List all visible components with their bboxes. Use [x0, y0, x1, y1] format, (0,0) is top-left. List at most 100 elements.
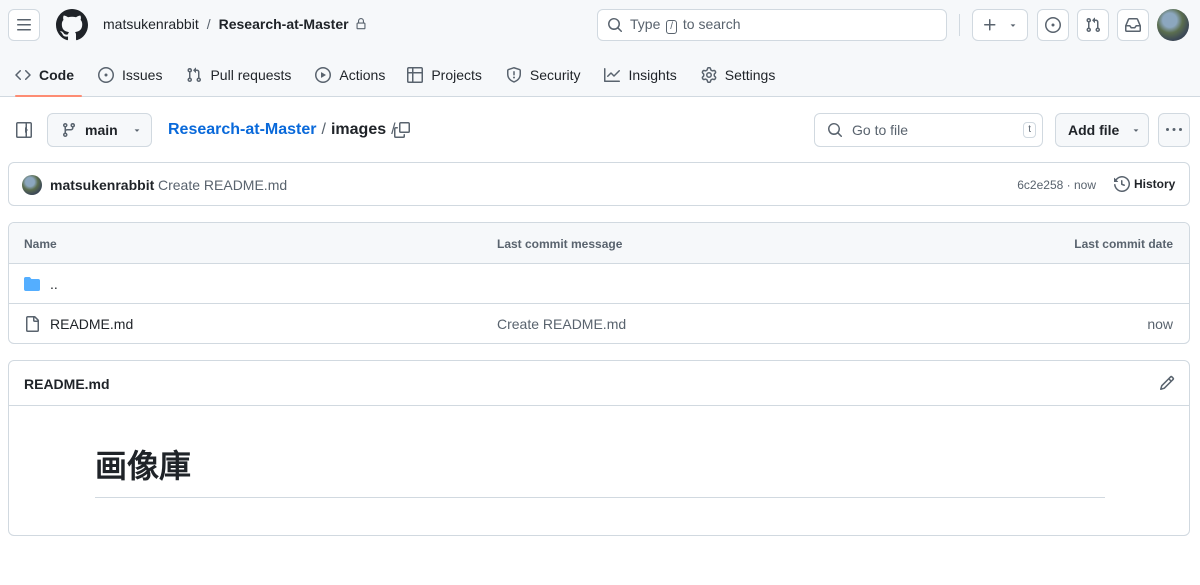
table-row[interactable]: .. — [9, 264, 1189, 304]
pencil-icon[interactable] — [1159, 375, 1175, 391]
app-header: matsukenrabbit / Research-at-Master Type… — [0, 0, 1200, 97]
issues-button[interactable] — [1037, 9, 1069, 41]
readme-title[interactable]: README.md — [24, 376, 110, 392]
inbox-icon — [1125, 18, 1141, 32]
github-logo-icon[interactable] — [56, 9, 88, 41]
repo-owner-link[interactable]: matsukenrabbit — [103, 16, 199, 32]
file-name-link[interactable]: README.md — [50, 316, 133, 332]
gear-icon — [701, 66, 717, 83]
history-label: History — [1134, 177, 1176, 191]
path-repo-link[interactable]: Research-at-Master — [168, 121, 317, 139]
copy-path-button[interactable] — [392, 120, 412, 140]
path-current-dir: images — [330, 121, 387, 138]
table-row[interactable]: README.md Create README.md now — [9, 304, 1189, 343]
issue-opened-icon — [98, 66, 114, 83]
add-file-button[interactable]: Add file — [1055, 113, 1149, 147]
go-to-file-placeholder: Go to file — [852, 122, 909, 138]
tab-projects[interactable]: Projects — [399, 56, 490, 93]
tab-label: Security — [529, 66, 581, 83]
parent-directory-link[interactable]: .. — [50, 276, 58, 292]
repo-nav: Code Issues Pull requests Actions Projec… — [0, 56, 783, 97]
tab-settings[interactable]: Settings — [693, 56, 784, 93]
folder-icon — [24, 277, 40, 291]
commit-time: now — [1073, 178, 1096, 192]
commit-meta: 6c2e258 · now — [1017, 178, 1096, 192]
tab-pull-requests[interactable]: Pull requests — [178, 56, 299, 93]
header-divider — [959, 14, 960, 36]
kebab-horizontal-icon — [1166, 128, 1182, 131]
search-icon — [828, 123, 843, 138]
pull-requests-button[interactable] — [1077, 9, 1109, 41]
graph-icon — [604, 67, 621, 82]
menu-button[interactable] — [8, 9, 40, 41]
tab-label: Settings — [724, 66, 776, 83]
plus-icon — [984, 19, 996, 31]
tab-label: Insights — [628, 66, 677, 83]
repo-name-link[interactable]: Research-at-Master — [219, 16, 349, 32]
readme-header: README.md — [9, 361, 1189, 406]
file-commit-date: now — [1147, 316, 1173, 332]
column-header-message: Last commit message — [497, 237, 623, 251]
add-file-label: Add file — [1068, 122, 1120, 138]
inbox-button[interactable] — [1117, 9, 1149, 41]
lock-icon — [356, 18, 366, 30]
commit-author[interactable]: matsukenrabbit — [50, 177, 154, 193]
tab-security[interactable]: Security — [498, 56, 589, 93]
file-path-breadcrumb: Research-at-Master / images / — [168, 121, 396, 139]
branch-name: main — [85, 122, 118, 138]
commit-meta-dot: · — [1066, 178, 1074, 192]
history-icon — [1114, 176, 1130, 192]
file-icon — [26, 316, 39, 332]
tab-code[interactable]: Code — [7, 56, 82, 97]
tab-actions[interactable]: Actions — [307, 56, 393, 93]
path-separator: / — [321, 121, 326, 138]
repo-breadcrumb: matsukenrabbit / Research-at-Master — [103, 16, 367, 32]
commit-message[interactable]: Create README.md — [158, 177, 287, 193]
git-pull-request-icon — [1086, 17, 1101, 33]
file-toolbar: main Research-at-Master / images / Go to… — [0, 112, 1200, 148]
git-pull-request-icon — [187, 67, 202, 82]
git-branch-icon — [62, 123, 75, 138]
tab-label: Projects — [431, 66, 482, 83]
tab-issues[interactable]: Issues — [90, 56, 170, 93]
table-header: Name Last commit message Last commit dat… — [9, 223, 1189, 264]
search-placeholder-prefix: Type — [630, 16, 661, 32]
tab-label: Pull requests — [210, 66, 292, 83]
file-commit-message-link[interactable]: Create README.md — [497, 316, 626, 332]
tab-label: Issues — [122, 66, 163, 83]
triangle-down-icon — [1134, 129, 1139, 132]
tab-label: Actions — [339, 66, 386, 83]
hamburger-icon — [17, 19, 31, 31]
issue-opened-icon — [1045, 17, 1061, 33]
sidebar-toggle-button[interactable] — [8, 114, 40, 146]
go-to-file-input[interactable]: Go to file t — [814, 113, 1043, 147]
triangle-down-icon — [134, 129, 139, 132]
more-options-button[interactable] — [1158, 113, 1190, 147]
tab-label: Code — [39, 66, 74, 83]
breadcrumb-separator: / — [206, 16, 211, 32]
table-icon — [407, 66, 424, 83]
play-icon — [315, 66, 332, 83]
code-icon — [15, 69, 31, 80]
go-to-file-shortcut: t — [1023, 122, 1036, 138]
sidebar-expand-icon — [16, 122, 32, 138]
column-header-name: Name — [24, 237, 57, 251]
copy-icon — [394, 122, 410, 138]
commit-sha[interactable]: 6c2e258 — [1017, 178, 1063, 192]
file-table: Name Last commit message Last commit dat… — [8, 222, 1190, 344]
commit-author-avatar[interactable] — [22, 175, 42, 195]
branch-selector[interactable]: main — [47, 113, 152, 147]
tab-insights[interactable]: Insights — [596, 56, 684, 93]
search-placeholder-suffix: to search — [682, 16, 741, 32]
latest-commit-bar: matsukenrabbit Create README.md 6c2e258 … — [8, 162, 1190, 206]
shield-icon — [506, 66, 521, 83]
history-button[interactable]: History — [1114, 176, 1175, 192]
user-avatar[interactable] — [1157, 9, 1189, 41]
triangle-down-icon — [1010, 24, 1016, 27]
readme-panel: README.md 画像庫 — [8, 360, 1190, 536]
global-search-input[interactable]: Type / to search — [597, 9, 947, 41]
search-icon — [608, 18, 623, 33]
readme-heading: 画像庫 — [95, 441, 1105, 498]
create-new-button[interactable] — [972, 9, 1028, 41]
column-header-date: Last commit date — [1074, 237, 1173, 251]
